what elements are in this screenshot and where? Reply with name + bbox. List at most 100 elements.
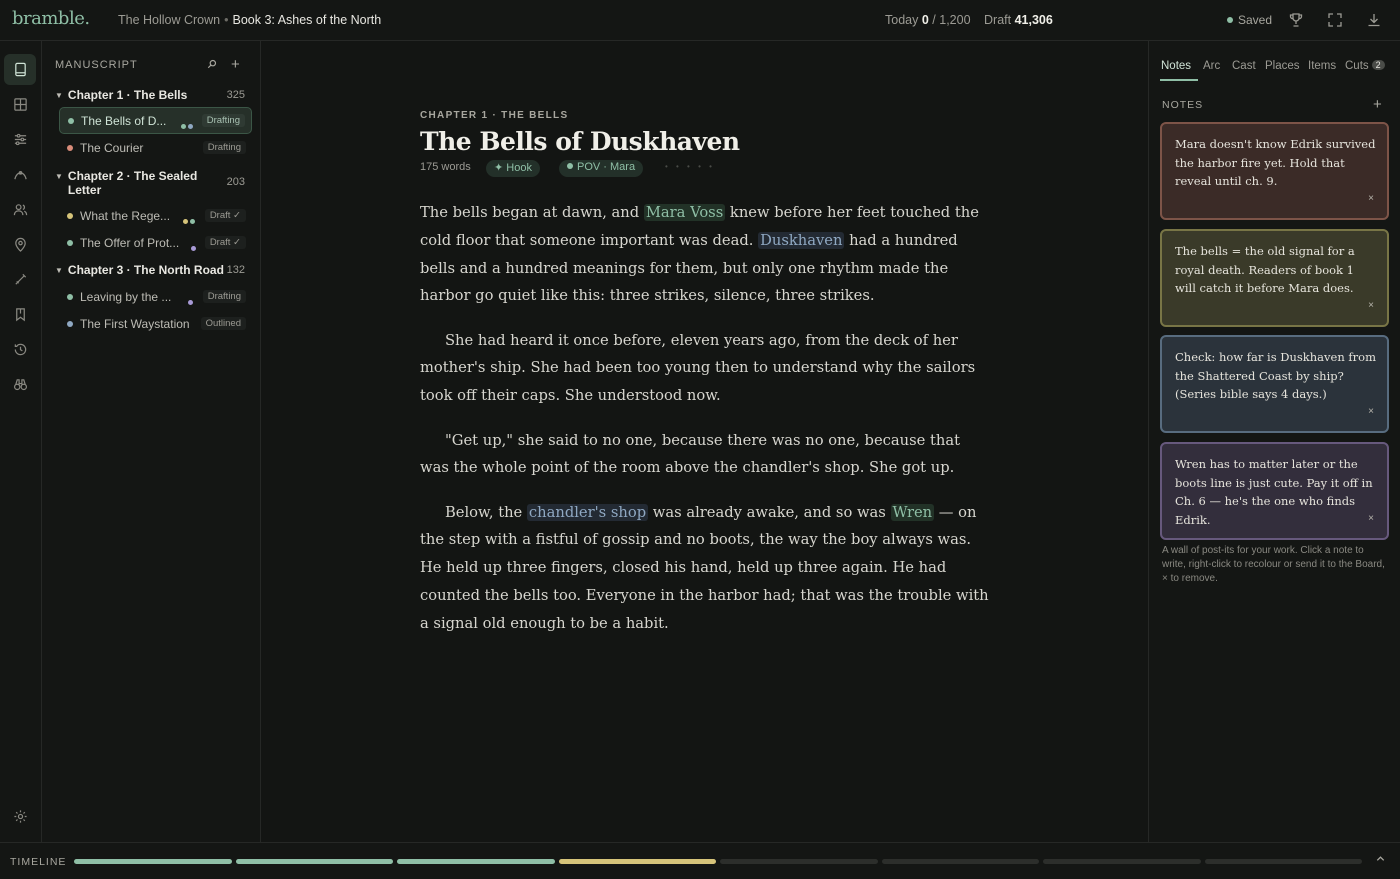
- scene-item[interactable]: The Bells of D... Drafting: [59, 107, 252, 134]
- download-icon[interactable]: [1366, 12, 1382, 28]
- chapter-word-count: 325: [226, 89, 245, 101]
- entity-highlight-place[interactable]: Duskhaven: [758, 231, 845, 249]
- save-status: Saved: [1227, 13, 1272, 27]
- tag-label: POV · Mara: [577, 161, 636, 173]
- arc-icon[interactable]: [4, 159, 36, 190]
- trophy-icon[interactable]: [1288, 12, 1304, 28]
- cuts-icon[interactable]: [4, 299, 36, 330]
- scene-mark-dot: [188, 300, 193, 305]
- scene-name: The First Waystation: [80, 317, 190, 331]
- fullscreen-icon[interactable]: [1327, 12, 1343, 28]
- chapter-title: Chapter 2 · The Sealed Letter: [67, 169, 198, 197]
- chapter-3[interactable]: ▼ Chapter 3 · The North Road 132: [55, 263, 253, 277]
- scene-item[interactable]: What the Rege... Draft ✓: [59, 203, 252, 229]
- paragraph[interactable]: She had heard it once before, eleven yea…: [420, 327, 990, 410]
- scene-mark-dot: [181, 124, 186, 129]
- tag-hook[interactable]: ✦ Hook: [486, 160, 540, 177]
- app-logo[interactable]: bramble.: [12, 8, 90, 29]
- scene-item[interactable]: The Offer of Prot... Draft ✓: [59, 230, 252, 256]
- settings-icon[interactable]: [4, 801, 36, 832]
- chapter-1[interactable]: ▼ Chapter 1 · The Bells 325: [55, 88, 253, 102]
- close-icon[interactable]: ×: [1368, 403, 1374, 422]
- close-icon[interactable]: ×: [1368, 510, 1374, 529]
- sliders-icon[interactable]: [4, 124, 36, 155]
- tab-arc[interactable]: Arc: [1203, 60, 1220, 72]
- timeline-segment[interactable]: [235, 859, 393, 864]
- scene-name: The Courier: [80, 141, 144, 155]
- scene-marks: [188, 294, 195, 308]
- chevron-down-icon[interactable]: ▼: [55, 172, 63, 181]
- tab-notes[interactable]: Notes: [1161, 60, 1191, 72]
- paragraph[interactable]: Below, the chandler's shop was already a…: [420, 499, 990, 638]
- items-icon[interactable]: [4, 264, 36, 295]
- draft-label: Draft: [984, 13, 1012, 27]
- close-icon[interactable]: ×: [1368, 190, 1374, 209]
- saved-label: Saved: [1238, 13, 1273, 27]
- board-icon[interactable]: [4, 89, 36, 120]
- note-card[interactable]: Mara doesn't know Edrik survived the har…: [1160, 122, 1389, 220]
- timeline-segment[interactable]: [1204, 859, 1362, 864]
- tab-places[interactable]: Places: [1265, 60, 1300, 72]
- entity-highlight-place[interactable]: chandler's shop: [526, 503, 649, 521]
- binoculars-icon[interactable]: [4, 369, 36, 400]
- chevron-down-icon[interactable]: ▼: [55, 266, 63, 275]
- word-count: 175 words: [420, 161, 471, 173]
- scene-marks: [183, 213, 197, 227]
- breadcrumb-separator: •: [224, 13, 229, 27]
- tab-cast[interactable]: Cast: [1232, 60, 1256, 72]
- note-card[interactable]: Wren has to matter later or the boots li…: [1160, 442, 1389, 540]
- scene-text[interactable]: The bells began at dawn, and Mara Voss k…: [420, 199, 990, 654]
- breadcrumb-book[interactable]: Book 3: Ashes of the North: [233, 13, 382, 27]
- today-label: Today: [885, 13, 919, 27]
- places-icon[interactable]: [4, 229, 36, 260]
- scene-name: The Offer of Prot...: [80, 236, 180, 250]
- scene-marks: [181, 118, 195, 132]
- breadcrumb: The Hollow Crown • Book 3: Ashes of the No…: [118, 13, 381, 27]
- notes-heading: NOTES: [1162, 99, 1204, 111]
- scene-mark-dot: [183, 219, 188, 224]
- close-icon[interactable]: ×: [1368, 297, 1374, 316]
- timeline-segment[interactable]: [720, 859, 878, 864]
- text-run: The bells began at dawn, and: [420, 204, 644, 221]
- entity-highlight-person[interactable]: Wren: [890, 503, 935, 521]
- editor: CHAPTER 1 · THE BELLS The Bells of Duskh…: [261, 41, 1148, 842]
- timeline-segment[interactable]: [74, 859, 232, 864]
- cast-icon[interactable]: [4, 194, 36, 225]
- note-card[interactable]: The bells = the old signal for a royal d…: [1160, 229, 1389, 327]
- search-icon[interactable]: [207, 59, 217, 72]
- timeline-label[interactable]: TIMELINE: [10, 856, 66, 868]
- scene-status-dot: [68, 118, 74, 124]
- chevron-up-icon[interactable]: [1375, 853, 1386, 867]
- chapter-word-count: 132: [226, 264, 245, 276]
- scene-item[interactable]: Leaving by the ... Drafting: [59, 284, 252, 310]
- timeline-segment[interactable]: [558, 859, 716, 864]
- pov-dot: [567, 163, 573, 169]
- text-run: Below, the: [445, 503, 527, 521]
- scene-status-badge: Drafting: [202, 141, 246, 154]
- tag-pov[interactable]: POV · Mara: [559, 160, 644, 177]
- scene-mark-dot: [190, 219, 195, 224]
- tab-cuts[interactable]: Cuts 2: [1345, 60, 1385, 72]
- paragraph[interactable]: The bells began at dawn, and Mara Voss k…: [420, 199, 990, 310]
- breadcrumb-series[interactable]: The Hollow Crown: [118, 13, 220, 27]
- chapter-2[interactable]: ▼ Chapter 2 · The Sealed Letter 203: [55, 169, 253, 197]
- top-bar: bramble. The Hollow Crown • Book 3: Ashes …: [0, 0, 1400, 41]
- cuts-count-badge: 2: [1371, 60, 1385, 70]
- note-card[interactable]: Check: how far is Duskhaven from the Sha…: [1160, 335, 1389, 433]
- tab-cuts-label: Cuts: [1345, 60, 1369, 72]
- timeline-segment[interactable]: [397, 859, 555, 864]
- add-note-icon[interactable]: +: [1373, 96, 1382, 113]
- timeline-segment[interactable]: [881, 859, 1039, 864]
- paragraph[interactable]: "Get up," she said to no one, because th…: [420, 427, 990, 483]
- add-icon[interactable]: +: [231, 56, 240, 73]
- tab-items[interactable]: Items: [1308, 60, 1336, 72]
- scene-item[interactable]: The First Waystation Outlined: [59, 311, 252, 337]
- chevron-down-icon[interactable]: ▼: [55, 91, 63, 100]
- entity-highlight-person[interactable]: Mara Voss: [643, 204, 726, 221]
- timeline-segment[interactable]: [1043, 859, 1201, 864]
- manuscript-icon[interactable]: [4, 54, 36, 85]
- scene-title[interactable]: The Bells of Duskhaven: [420, 127, 740, 156]
- scene-item[interactable]: The Courier Drafting: [59, 135, 252, 161]
- rating[interactable]: • • • • •: [665, 162, 715, 171]
- history-icon[interactable]: [4, 334, 36, 365]
